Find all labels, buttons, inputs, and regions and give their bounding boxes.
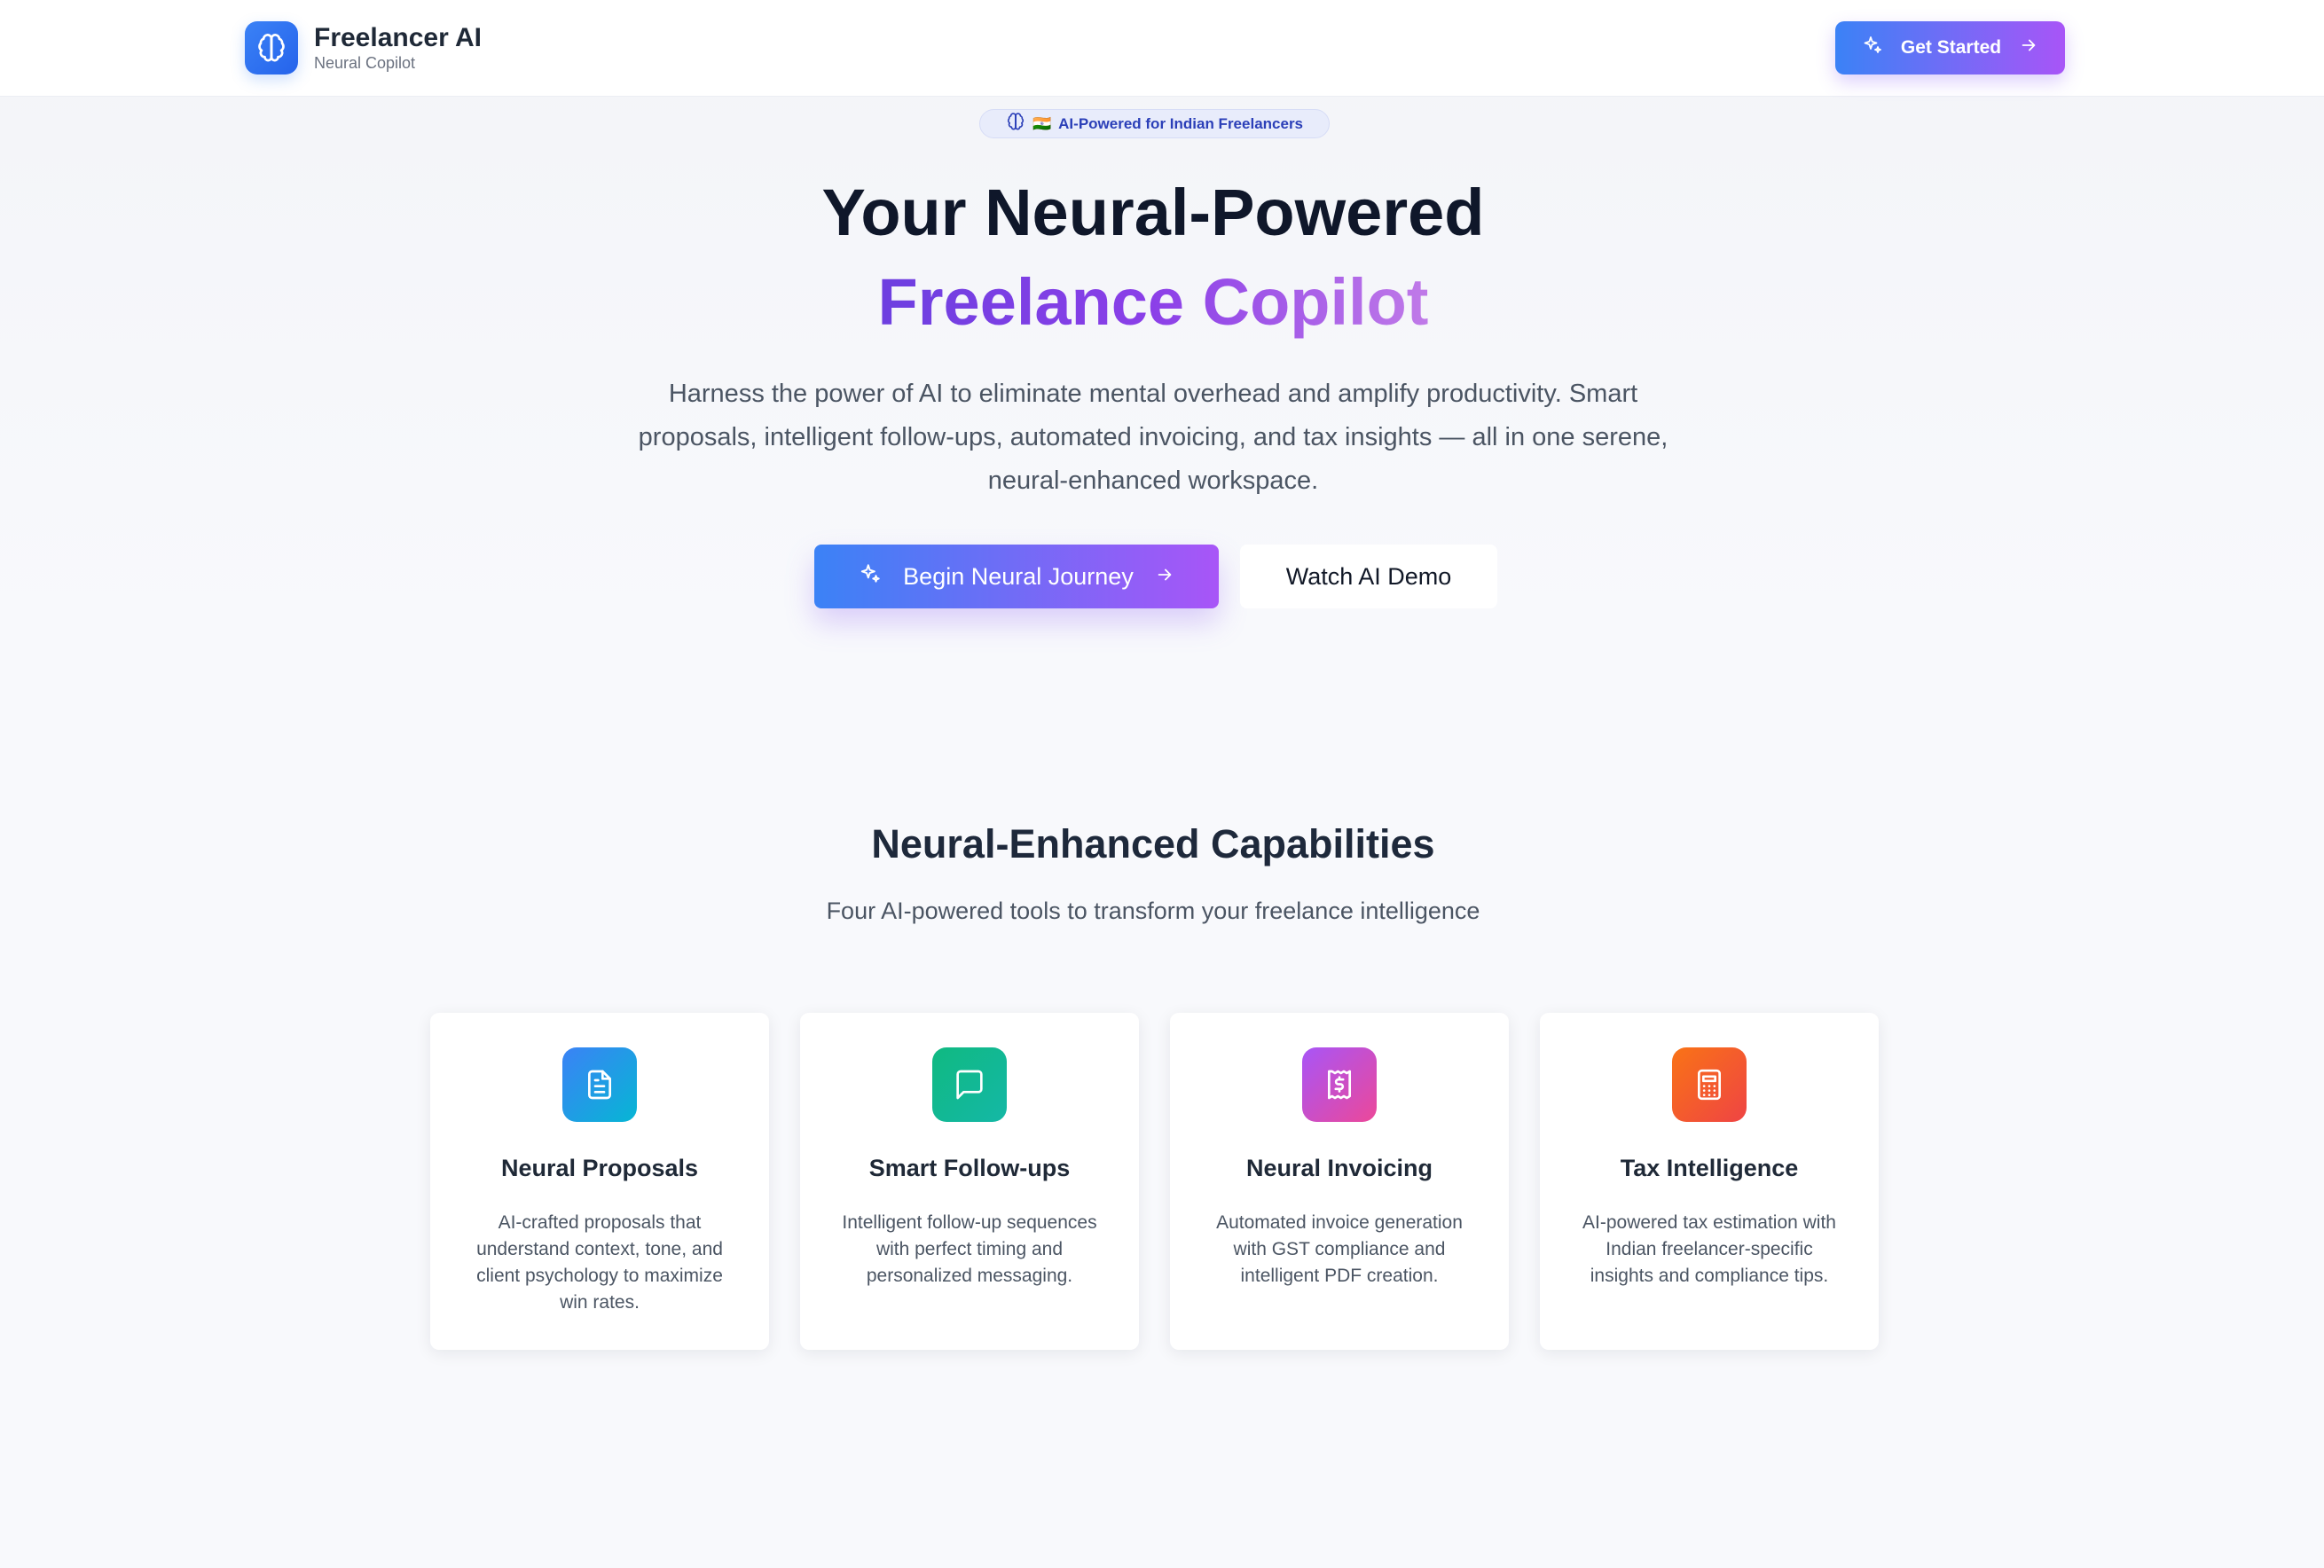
get-started-label: Get Started [1900,37,2002,58]
card-title: Neural Proposals [500,1155,699,1181]
message-icon [932,1047,1007,1122]
sparkles-icon [859,562,882,592]
document-icon [562,1047,637,1122]
landing-page: Freelancer AI Neural Copilot Get Started [0,0,2324,1568]
brand[interactable]: Freelancer AI Neural Copilot [245,21,482,74]
watch-demo-button[interactable]: Watch AI Demo [1240,545,1497,608]
brain-icon [245,21,298,74]
hero-description: Harness the power of AI to eliminate men… [638,380,1668,495]
india-flag-icon: 🇮🇳 [1032,114,1052,132]
top-nav: Freelancer AI Neural Copilot Get Started [0,0,2324,97]
feature-card-followups[interactable]: Smart Follow-ups Intelligent follow-up s… [800,1013,1139,1350]
features-title: Neural-Enhanced Capabilities [871,821,1435,866]
card-title: Tax Intelligence [1620,1155,1799,1181]
arrow-right-icon [2019,35,2038,60]
arrow-right-icon [1155,563,1174,591]
card-description: Intelligent follow-up sequences with per… [842,1212,1097,1286]
card-description: AI-crafted proposals that understand con… [476,1212,723,1313]
hero-title-line2: Freelance Copilot [0,263,2306,342]
badge-text: AI-Powered for Indian Freelancers [1058,114,1304,132]
hero-title-line1: Your Neural-Powered [821,176,1485,249]
calculator-icon [1672,1047,1747,1122]
features-subtitle: Four AI-powered tools to transform your … [826,898,1480,924]
card-description: AI-powered tax estimation with Indian fr… [1582,1212,1836,1286]
feature-card-tax[interactable]: Tax Intelligence AI-powered tax estimati… [1540,1013,1879,1350]
feature-card-proposals[interactable]: Neural Proposals AI-crafted proposals th… [430,1013,769,1350]
card-title: Neural Invoicing [1245,1155,1433,1181]
brand-name: Freelancer AI [314,23,482,52]
brand-tagline: Neural Copilot [314,54,416,72]
feature-card-invoicing[interactable]: Neural Invoicing Automated invoice gener… [1170,1013,1509,1350]
hero-badge: 🇮🇳 AI-Powered for Indian Freelancers [979,109,1330,138]
card-description: Automated invoice generation with GST co… [1216,1212,1463,1286]
hero-title-gradient: Freelance Copilot [877,265,1429,339]
receipt-icon [1302,1047,1377,1122]
begin-journey-button[interactable]: Begin Neural Journey [814,545,1219,608]
brain-icon [1006,112,1025,136]
begin-journey-label: Begin Neural Journey [903,562,1134,590]
get-started-button[interactable]: Get Started [1835,21,2065,74]
sparkles-icon [1862,35,1883,61]
card-title: Smart Follow-ups [868,1155,1071,1181]
